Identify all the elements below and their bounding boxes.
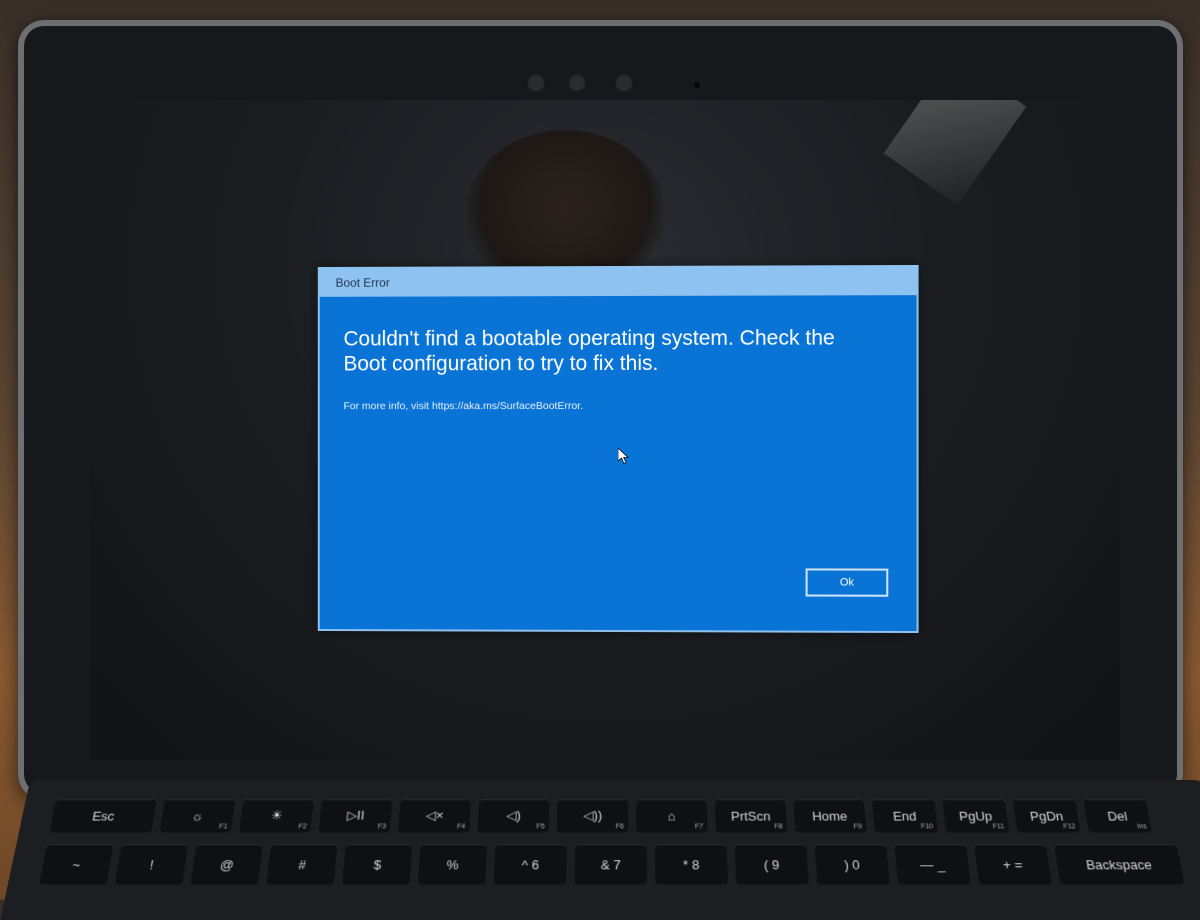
key-label: @ [219, 856, 235, 872]
key-sublabel: F2 [298, 823, 308, 831]
key-label: End [892, 808, 918, 823]
key-label: # [297, 856, 307, 872]
key-label: $ [373, 856, 382, 872]
key-row2-11[interactable]: — _ [894, 844, 971, 885]
key-label: ◁) [506, 807, 522, 823]
key-row1-6[interactable]: ◁)) F6 [556, 799, 629, 833]
key-label: + = [1001, 856, 1024, 872]
keyboard: Esc ☼ F1 ☀ F2 ▷II F3 ◁× F4 ◁) F5 ◁)) F6 ⌂ F7 PrtScn F8 Ho… [0, 780, 1200, 920]
key-row2-0[interactable]: ~ [38, 844, 114, 885]
key-row2-2[interactable]: @ [190, 844, 263, 885]
key-row2-12[interactable]: + = [974, 844, 1052, 885]
key-sublabel: F7 [695, 823, 704, 831]
key-label: PgDn [1028, 808, 1065, 823]
key-label: Del [1106, 808, 1129, 823]
key-label: ◁)) [583, 807, 603, 823]
key-sublabel: F12 [1062, 823, 1077, 831]
key-row1-5[interactable]: ◁) F5 [477, 799, 550, 833]
key-label: ☀ [269, 807, 284, 823]
info-link-text[interactable]: For more info, visit https://aka.ms/Surf… [343, 400, 583, 412]
key-row2-3[interactable]: # [266, 844, 338, 885]
key-label: ( 9 [763, 856, 780, 872]
key-sublabel: F5 [536, 823, 545, 831]
key-row1-0[interactable]: Esc [49, 799, 157, 833]
boot-error-dialog: Boot Error Couldn't find a bootable oper… [317, 264, 919, 634]
mouse-cursor-icon [617, 447, 629, 464]
key-row1-11[interactable]: PgUp F11 [942, 799, 1010, 833]
key-label: ▷II [346, 807, 366, 823]
key-row1-10[interactable]: End F10 [871, 799, 938, 833]
ok-button[interactable]: Ok [805, 568, 889, 597]
camera-icon [527, 74, 545, 92]
key-row1-8[interactable]: PrtScn F8 [714, 799, 788, 833]
key-row2-8[interactable]: * 8 [654, 844, 729, 885]
key-label: PrtScn [730, 808, 771, 823]
key-sublabel: Ins [1136, 823, 1148, 831]
key-label: ◁× [425, 807, 445, 823]
key-sublabel: F4 [456, 823, 466, 831]
key-label: ~ [71, 856, 82, 872]
key-sublabel: F10 [920, 823, 934, 831]
key-sublabel: F1 [218, 823, 228, 831]
key-row2-9[interactable]: ( 9 [734, 844, 809, 885]
dialog-title: Boot Error [319, 266, 917, 297]
key-row1-12[interactable]: PgDn F12 [1012, 799, 1081, 833]
key-row2-1[interactable]: ! [114, 844, 189, 885]
key-label: ☼ [190, 808, 205, 823]
key-label: PgUp [958, 808, 994, 823]
laptop-screen: Boot Error Couldn't find a bootable oper… [90, 100, 1120, 760]
key-row1-7[interactable]: ⌂ F7 [636, 799, 708, 833]
key-row1-4[interactable]: ◁× F4 [397, 799, 471, 833]
key-row2-10[interactable]: ) 0 [814, 844, 890, 885]
camera-icon [568, 74, 586, 92]
key-sublabel: F8 [774, 823, 783, 831]
key-label: Esc [91, 808, 116, 823]
key-row1-13[interactable]: Del Ins [1083, 799, 1152, 833]
key-row1-1[interactable]: ☼ F1 [159, 799, 236, 833]
screen-glare [883, 100, 1027, 205]
camera-icon [615, 74, 633, 92]
key-label: Home [811, 808, 848, 823]
key-sublabel: F6 [615, 823, 625, 831]
key-label: Backspace [1084, 856, 1153, 872]
key-label: — _ [919, 856, 946, 872]
key-sublabel: F3 [377, 823, 387, 831]
key-label: ^ 6 [521, 856, 540, 872]
key-label: * 8 [682, 856, 700, 872]
key-label: ⌂ [667, 808, 676, 823]
key-row1-9[interactable]: Home F9 [793, 799, 867, 833]
camera-led-icon [694, 82, 700, 88]
key-label: ) 0 [843, 856, 861, 872]
key-label: % [446, 856, 460, 872]
key-label: & 7 [600, 856, 621, 872]
error-message: Couldn't find a bootable operating syste… [343, 326, 835, 376]
key-row2-5[interactable]: % [417, 844, 488, 885]
key-label: ! [148, 856, 155, 872]
key-sublabel: F11 [992, 823, 1005, 831]
key-row2-6[interactable]: ^ 6 [493, 844, 567, 885]
key-row1-3[interactable]: ▷II F3 [318, 799, 393, 833]
key-row2-7[interactable]: & 7 [574, 844, 648, 885]
key-row2-13[interactable]: Backspace [1053, 844, 1185, 885]
key-sublabel: F9 [853, 823, 863, 831]
key-row2-4[interactable]: $ [341, 844, 413, 885]
key-row1-2[interactable]: ☀ F2 [238, 799, 314, 833]
